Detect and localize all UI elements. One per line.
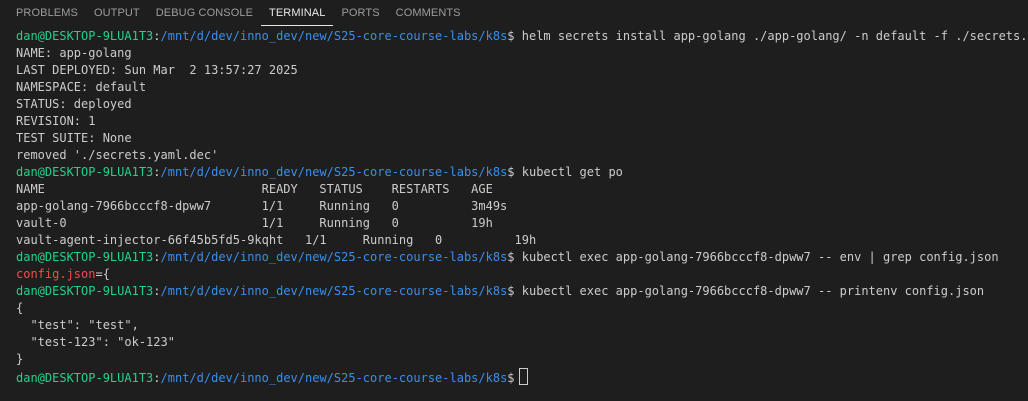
output-line: NAMESPACE: default (16, 80, 147, 94)
prompt-user-host: dan@DESKTOP-9LUA1T3 (16, 371, 154, 385)
output-line: NAME: app-golang (16, 46, 132, 60)
active-prompt-line[interactable]: dan@DESKTOP-9LUA1T3:/mnt/d/dev/inno_dev/… (16, 368, 1028, 385)
prompt-symbol: $ (507, 250, 515, 264)
prompt-user-host: dan@DESKTOP-9LUA1T3 (16, 250, 154, 264)
output-line: removed './secrets.yaml.dec' (16, 148, 219, 162)
json-output-line: { (16, 301, 24, 315)
output-line: LAST DEPLOYED: Sun Mar 2 13:57:27 2025 (16, 63, 298, 77)
command-text: kubectl exec app-golang-7966bcccf8-dpww7… (514, 250, 999, 264)
json-output-line: "test-123": "ok-123" (16, 335, 175, 349)
tab-problems[interactable]: PROBLEMS (8, 0, 86, 26)
prompt-symbol: $ (507, 165, 515, 179)
prompt-path: /mnt/d/dev/inno_dev/new/S25-core-course-… (160, 284, 508, 298)
prompt-separator: : (153, 371, 161, 385)
output-line: STATUS: deployed (16, 97, 132, 111)
prompt-user-host: dan@DESKTOP-9LUA1T3 (16, 284, 154, 298)
prompt-symbol: $ (507, 29, 515, 43)
text-cursor (518, 368, 528, 385)
pods-table-row: vault-0 1/1 Running 0 19h (16, 216, 493, 230)
prompt-path: /mnt/d/dev/inno_dev/new/S25-core-course-… (160, 371, 508, 385)
prompt-separator: : (153, 250, 161, 264)
output-line: TEST SUITE: None (16, 131, 132, 145)
prompt-symbol: $ (507, 284, 515, 298)
pods-table-row: app-golang-7966bcccf8-dpww7 1/1 Running … (16, 199, 508, 213)
terminal-panel: PROBLEMS OUTPUT DEBUG CONSOLE TERMINAL P… (0, 0, 1028, 401)
prompt-line: dan@DESKTOP-9LUA1T3:/mnt/d/dev/inno_dev/… (16, 28, 1028, 45)
command-text: kubectl exec app-golang-7966bcccf8-dpww7… (514, 284, 985, 298)
prompt-user-host: dan@DESKTOP-9LUA1T3 (16, 165, 154, 179)
prompt-path: /mnt/d/dev/inno_dev/new/S25-core-course-… (160, 165, 508, 179)
grep-match-highlight: config.json (16, 267, 96, 281)
json-output-line: } (16, 352, 24, 366)
prompt-path: /mnt/d/dev/inno_dev/new/S25-core-course-… (160, 250, 508, 264)
tab-ports[interactable]: PORTS (333, 0, 387, 26)
prompt-line: dan@DESKTOP-9LUA1T3:/mnt/d/dev/inno_dev/… (16, 283, 1028, 300)
terminal-output[interactable]: dan@DESKTOP-9LUA1T3:/mnt/d/dev/inno_dev/… (0, 28, 1028, 401)
json-output-line: "test": "test", (16, 318, 139, 332)
command-text: helm secrets install app-golang ./app-go… (514, 29, 1028, 43)
prompt-line: dan@DESKTOP-9LUA1T3:/mnt/d/dev/inno_dev/… (16, 164, 1028, 181)
prompt-user-host: dan@DESKTOP-9LUA1T3 (16, 29, 154, 43)
pods-table-row: vault-agent-injector-66f45b5fd5-9kqht 1/… (16, 233, 537, 247)
prompt-symbol: $ (507, 371, 515, 385)
prompt-separator: : (153, 165, 161, 179)
prompt-line: dan@DESKTOP-9LUA1T3:/mnt/d/dev/inno_dev/… (16, 249, 1028, 266)
pods-table-header: NAME READY STATUS RESTARTS AGE (16, 182, 493, 196)
command-text: kubectl get po (514, 165, 623, 179)
grep-output-line: config.json={ (16, 266, 1028, 283)
grep-output-rest: ={ (95, 267, 110, 281)
tab-output[interactable]: OUTPUT (86, 0, 148, 26)
prompt-path: /mnt/d/dev/inno_dev/new/S25-core-course-… (160, 29, 508, 43)
prompt-separator: : (153, 29, 161, 43)
tab-terminal[interactable]: TERMINAL (261, 0, 334, 26)
prompt-separator: : (153, 284, 161, 298)
tab-comments[interactable]: COMMENTS (388, 0, 469, 26)
output-line: REVISION: 1 (16, 114, 96, 128)
panel-tab-bar: PROBLEMS OUTPUT DEBUG CONSOLE TERMINAL P… (0, 0, 1028, 26)
tab-debug-console[interactable]: DEBUG CONSOLE (148, 0, 261, 26)
